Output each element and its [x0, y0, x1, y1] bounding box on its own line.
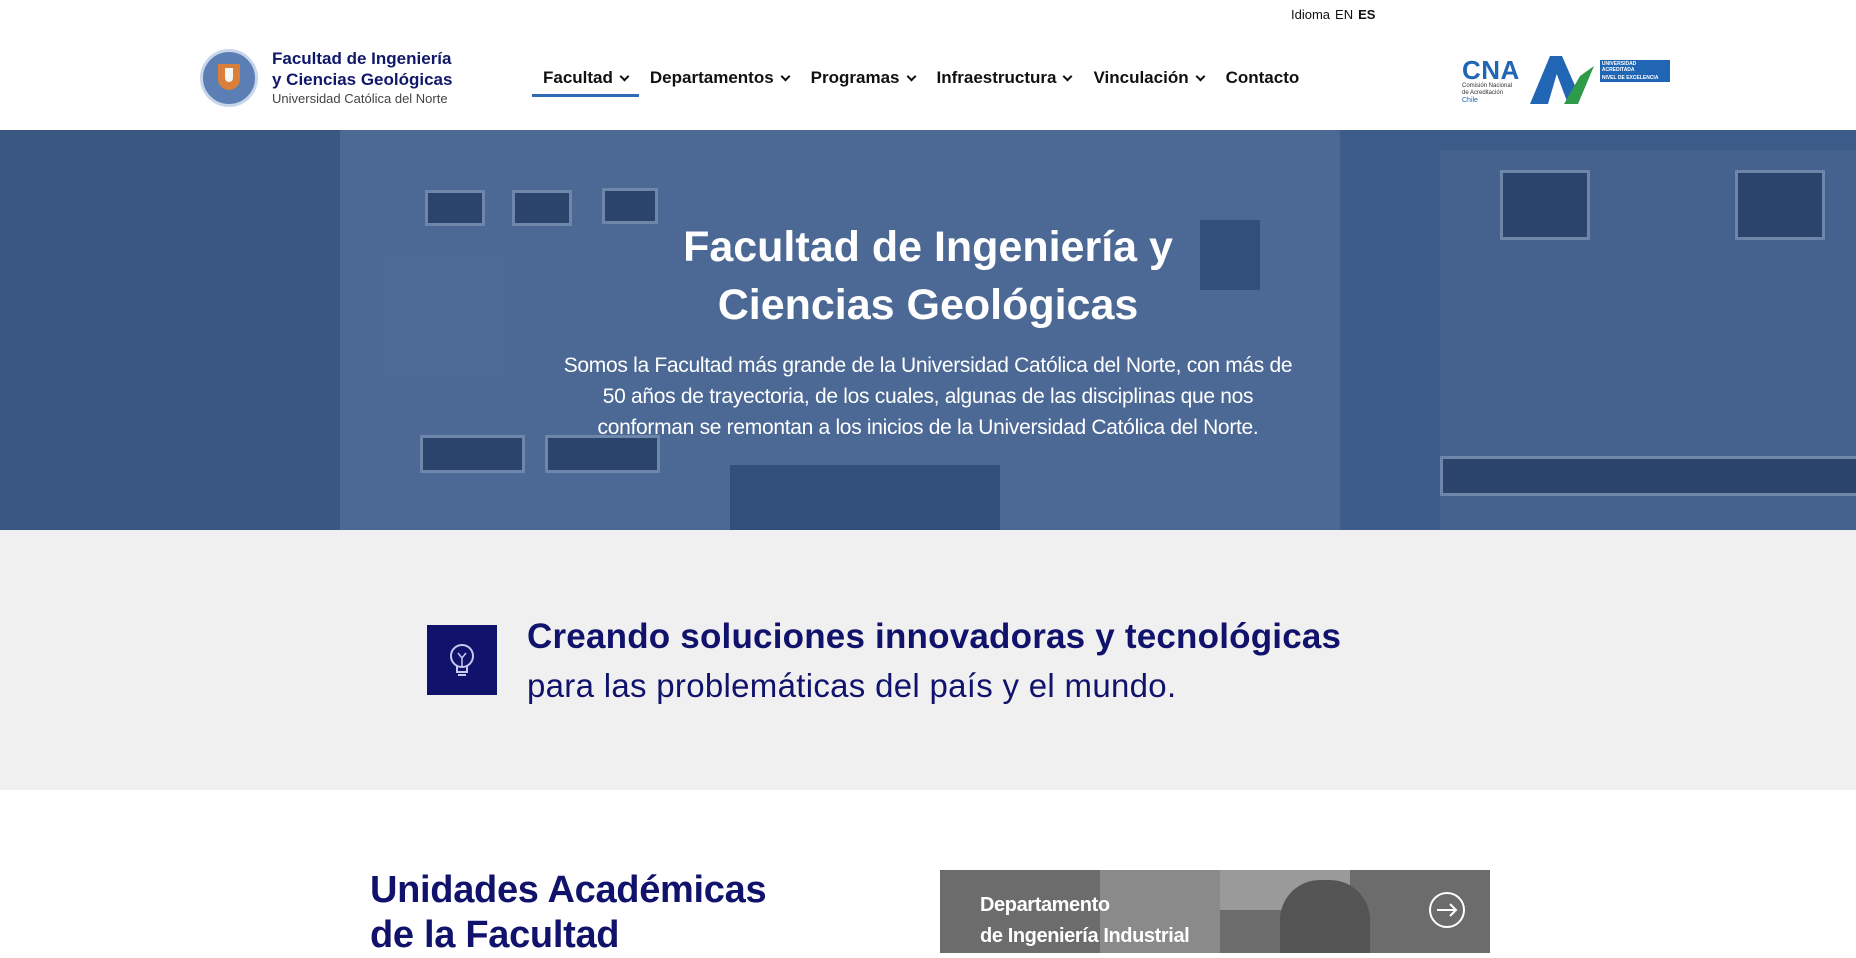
- nav-item-facultad[interactable]: Facultad: [532, 60, 639, 97]
- faculty-logo[interactable]: Facultad de Ingeniería y Ciencias Geológ…: [200, 48, 452, 108]
- nav-label: Infraestructura: [936, 68, 1057, 87]
- hero-text-line2: 50 años de trayectoria, de los cuales, a…: [602, 385, 1254, 408]
- nav-label: Programas: [810, 68, 900, 87]
- units-title-line2: de la Facultad: [370, 914, 620, 956]
- nav-item-departamentos[interactable]: Departamentos: [639, 60, 800, 97]
- cna-accreditation-logo[interactable]: CNA Comisión Nacional de Acreditación Ch…: [1462, 54, 1670, 106]
- cna-badge-line2: NIVEL DE EXCELENCIA: [1599, 74, 1670, 82]
- units-title: Unidades Académicas de la Facultad: [370, 868, 767, 958]
- logo-title-line2: y Ciencias Geológicas: [272, 70, 453, 89]
- site-header: Idioma EN ES Facultad de Ingeniería y Ci…: [0, 0, 1856, 130]
- cna-line2: de Acreditación: [1462, 89, 1504, 96]
- cna-mark-icon: [1529, 56, 1594, 104]
- nav-label: Facultad: [543, 68, 613, 87]
- university-seal-icon: [200, 49, 258, 107]
- hero-title-line2: Ciencias Geológicas: [717, 281, 1139, 329]
- mission-heading: Creando soluciones innovadoras y tecnoló…: [527, 617, 1342, 656]
- arrow-right-circle-icon[interactable]: [1429, 892, 1465, 928]
- department-card-industrial[interactable]: Departamento de Ingeniería Industrial: [940, 870, 1490, 953]
- nav-item-contacto[interactable]: Contacto: [1215, 60, 1311, 97]
- nav-label: Departamentos: [649, 68, 774, 87]
- nav-item-infraestructura[interactable]: Infraestructura: [926, 60, 1083, 97]
- nav-label: Vinculación: [1093, 68, 1189, 87]
- lightbulb-icon: [427, 625, 497, 695]
- language-label: Idioma: [1291, 7, 1331, 22]
- hero-title-line1: Facultad de Ingeniería y: [683, 223, 1173, 271]
- cna-country: Chile: [1462, 96, 1478, 104]
- chevron-down-icon: [780, 71, 791, 81]
- nav-item-vinculacion[interactable]: Vinculación: [1082, 60, 1214, 97]
- hero-title: Facultad de Ingeniería y Ciencias Geológ…: [0, 218, 1856, 334]
- language-switcher: Idioma EN ES: [1291, 7, 1375, 22]
- cna-badge-line1: UNIVERSIDAD ACREDITADA: [1599, 60, 1670, 74]
- nav-item-programas[interactable]: Programas: [800, 60, 926, 97]
- chevron-down-icon: [1195, 71, 1206, 81]
- cna-line1: Comisión Nacional: [1462, 82, 1513, 89]
- main-nav: Facultad Departamentos Programas Infraes…: [532, 60, 1310, 97]
- department-card-line2: de Ingeniería Industrial: [980, 925, 1190, 947]
- chevron-down-icon: [1063, 71, 1073, 81]
- chevron-down-icon: [906, 71, 916, 81]
- logo-title-line1: Facultad de Ingeniería: [272, 49, 452, 68]
- chevron-down-icon: [619, 71, 630, 81]
- cna-title: CNA: [1462, 54, 1520, 85]
- mission-section: Creando soluciones innovadoras y tecnoló…: [0, 530, 1856, 790]
- logo-university: Universidad Católica del Norte: [272, 91, 448, 106]
- nav-label: Contacto: [1225, 68, 1300, 87]
- language-option-en[interactable]: EN: [1335, 7, 1353, 22]
- department-card-title: Departamento de Ingeniería Industrial: [980, 890, 1190, 952]
- language-option-es[interactable]: ES: [1358, 7, 1375, 22]
- hero-banner: Facultad de Ingeniería y Ciencias Geológ…: [0, 130, 1856, 530]
- hero-description: Somos la Facultad más grande de la Unive…: [558, 350, 1298, 443]
- department-card-line1: Departamento: [980, 894, 1110, 916]
- hero-text-line1: Somos la Facultad más grande de la Unive…: [563, 354, 1293, 377]
- units-title-line1: Unidades Académicas: [370, 869, 767, 911]
- hero-text-line3: conforman se remontan a los inicios de l…: [597, 416, 1259, 439]
- mission-subheading: para las problemáticas del país y el mun…: [527, 667, 1177, 704]
